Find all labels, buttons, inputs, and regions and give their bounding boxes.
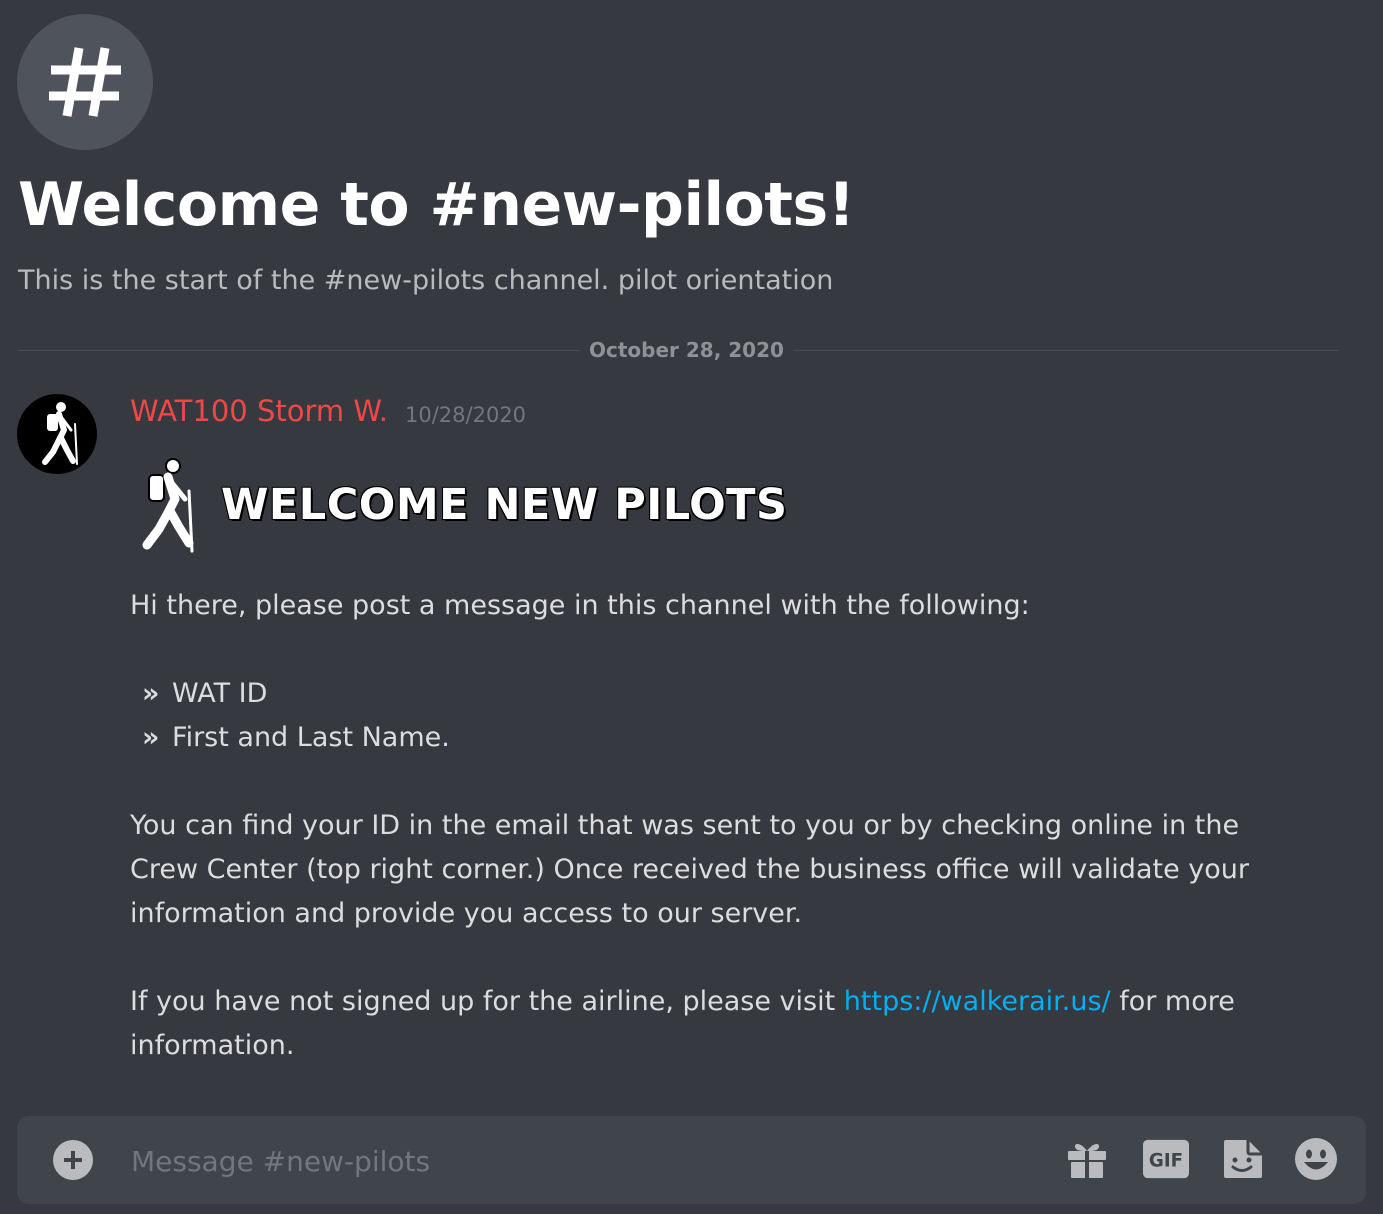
welcome-subtitle: This is the start of the #new-pilots cha… (18, 265, 834, 296)
hiker-logo-icon (142, 458, 194, 553)
gift-button[interactable] (1064, 1136, 1110, 1182)
gift-icon (1068, 1144, 1106, 1178)
message-intro: Hi there, please post a message in this … (130, 590, 1030, 621)
sticker-button[interactable] (1220, 1136, 1266, 1182)
list-item: » WAT ID (130, 672, 267, 716)
bullet-marker: » (142, 678, 160, 709)
paragraph-line: Crew Center (top right corner.) Once rec… (130, 854, 1249, 885)
author-avatar[interactable] (17, 394, 97, 474)
bullet-marker: » (142, 722, 160, 753)
hiker-icon (42, 402, 78, 465)
welcome-banner: WELCOME NEW PILOTS (135, 455, 787, 555)
paragraph-text: If you have not signed up for the airlin… (130, 986, 844, 1017)
date-divider-label: October 28, 2020 (580, 338, 793, 362)
message-author[interactable]: WAT100 Storm W. (130, 394, 388, 428)
paragraph-line: You can find your ID in the email that w… (130, 810, 1240, 841)
paragraph-line: information and provide you access to ou… (130, 898, 803, 929)
sticker-icon (1224, 1140, 1262, 1178)
list-item: » First and Last Name. (130, 716, 450, 760)
message-composer: GIF (17, 1116, 1366, 1204)
list-item-text: WAT ID (172, 678, 268, 709)
gif-label: GIF (1149, 1151, 1183, 1172)
attach-button[interactable] (53, 1140, 93, 1180)
plus-icon (64, 1151, 82, 1169)
gif-button[interactable]: GIF (1143, 1136, 1189, 1182)
message-timestamp: 10/28/2020 (405, 403, 527, 427)
gif-icon: GIF (1143, 1139, 1189, 1179)
message-input[interactable] (129, 1134, 1013, 1188)
paragraph-text: for more (1110, 986, 1235, 1017)
paragraph-line: If you have not signed up for the airlin… (130, 980, 1235, 1024)
list-item-text: First and Last Name. (172, 722, 450, 753)
channel-hashtag-icon (17, 14, 153, 150)
paragraph-line: information. (130, 1030, 295, 1061)
welcome-title: Welcome to #new-pilots! (18, 170, 855, 240)
walkerair-link[interactable]: https://walkerair.us/ (844, 986, 1111, 1017)
emoji-icon (1295, 1138, 1337, 1180)
hashtag-icon (49, 47, 121, 117)
banner-title: WELCOME NEW PILOTS (221, 480, 788, 530)
emoji-button[interactable] (1293, 1136, 1339, 1182)
